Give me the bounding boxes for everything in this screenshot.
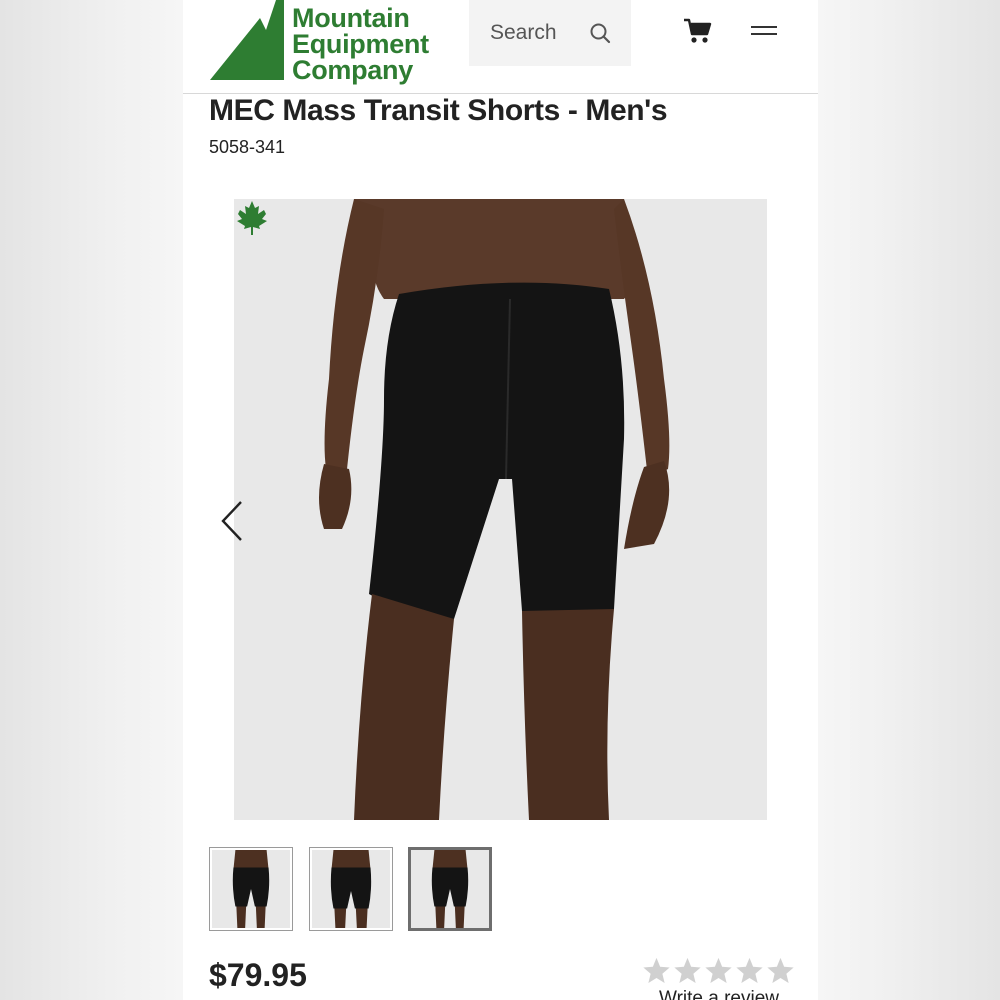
product-title: MEC Mass Transit Shorts - Men's [209, 94, 668, 127]
page: Mountain Equipment Company Search MEC Ma… [183, 0, 818, 1000]
product-sku: 5058-341 [209, 137, 286, 157]
write-review-link[interactable]: Write a review [659, 988, 779, 1000]
star-empty-icon [767, 957, 794, 983]
thumbnail-image-side [312, 850, 390, 928]
thumbnail-image-back [411, 850, 489, 928]
mec-logo[interactable]: Mountain Equipment Company [210, 0, 450, 90]
thumbnail-3[interactable] [408, 847, 492, 931]
product-main-image[interactable] [234, 199, 767, 820]
star-empty-icon [674, 957, 701, 983]
thumbnail-2[interactable] [309, 847, 393, 931]
search-box[interactable]: Search [469, 0, 631, 66]
model-back-view-image [234, 199, 767, 820]
mountain-logo-icon [210, 0, 284, 80]
search-icon[interactable] [589, 22, 611, 44]
cart-icon[interactable] [683, 18, 713, 44]
hamburger-menu-icon[interactable] [751, 24, 777, 38]
star-empty-icon [705, 957, 732, 983]
star-empty-icon [643, 957, 670, 983]
star-rating[interactable] [641, 956, 796, 986]
product-price: $79.95 [209, 957, 307, 993]
thumbnail-image-front [212, 850, 290, 928]
chevron-left-icon[interactable] [219, 499, 245, 543]
star-empty-icon [736, 957, 763, 983]
maple-leaf-icon [237, 201, 267, 235]
logo-text-line-3: Company [292, 55, 413, 85]
logo-text-line-1: Mountain [292, 3, 410, 33]
thumbnail-1[interactable] [209, 847, 293, 931]
search-placeholder: Search [490, 21, 557, 44]
site-header: Mountain Equipment Company Search [183, 0, 818, 94]
logo-text-line-2: Equipment [292, 29, 429, 59]
